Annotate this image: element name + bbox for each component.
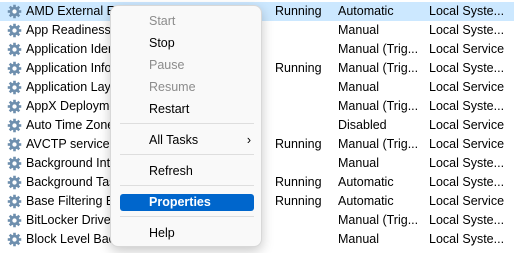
service-log-on-as: Local Service — [429, 42, 505, 56]
menu-item-label: Refresh — [149, 164, 193, 178]
menu-separator — [120, 185, 254, 186]
service-status: Running — [275, 61, 322, 75]
menu-item-properties[interactable]: Properties — [111, 193, 263, 213]
menu-item-help[interactable]: Help — [111, 224, 263, 244]
service-startup-type: Manual — [338, 80, 379, 94]
service-log-on-as: Local Service — [429, 194, 505, 208]
service-log-on-as: Local Service — [429, 137, 505, 151]
service-name: Auto Time Zone — [26, 118, 114, 132]
service-startup-type: Manual (Trig... — [338, 213, 419, 227]
service-startup-type: Manual — [338, 23, 379, 37]
service-log-on-as: Local Service — [429, 118, 505, 132]
menu-item-stop[interactable]: Stop — [111, 34, 263, 54]
gear-icon — [7, 23, 22, 38]
gear-icon — [7, 80, 22, 95]
menu-item-label: Start — [149, 14, 176, 28]
service-log-on-as: Local Syste... — [429, 4, 505, 18]
service-startup-type: Automatic — [338, 4, 394, 18]
menu-item-label: All Tasks — [149, 133, 199, 147]
menu-item-start: Start — [111, 12, 263, 32]
service-startup-type: Manual (Trig... — [338, 99, 419, 113]
service-status: Running — [275, 175, 322, 189]
gear-icon — [7, 118, 22, 133]
service-log-on-as: Local Syste... — [429, 61, 505, 75]
menu-item-pause: Pause — [111, 56, 263, 76]
menu-separator — [120, 123, 254, 124]
menu-item-label: Resume — [149, 80, 196, 94]
service-name: AMD External Ev — [26, 4, 114, 18]
service-name: Application Ider — [26, 42, 113, 56]
service-status: Running — [275, 137, 322, 151]
gear-icon — [7, 232, 22, 247]
menu-separator — [120, 154, 254, 155]
context-menu: Start Stop Pause Resume Restart All Task… — [110, 5, 262, 247]
service-log-on-as: Local Syste... — [429, 175, 505, 189]
gear-icon — [7, 175, 22, 190]
menu-item-restart[interactable]: Restart — [111, 100, 263, 120]
menu-item-label: Help — [149, 226, 175, 240]
menu-separator — [120, 216, 254, 217]
gear-icon — [7, 137, 22, 152]
gear-icon — [7, 61, 22, 76]
service-startup-type: Manual (Trig... — [338, 137, 419, 151]
service-log-on-as: Local Syste... — [429, 99, 505, 113]
menu-item-resume: Resume — [111, 78, 263, 98]
menu-item-all-tasks[interactable]: All Tasks › — [111, 131, 263, 151]
service-startup-type: Automatic — [338, 194, 394, 208]
gear-icon — [7, 156, 22, 171]
service-log-on-as: Local Syste... — [429, 232, 505, 246]
menu-item-label: Pause — [149, 58, 185, 72]
gear-icon — [7, 213, 22, 228]
gear-icon — [7, 4, 22, 19]
service-log-on-as: Local Service — [429, 80, 505, 94]
service-status: Running — [275, 194, 322, 208]
service-log-on-as: Local Syste... — [429, 156, 505, 170]
service-name: Block Level Back — [26, 232, 114, 246]
service-status: Running — [275, 4, 322, 18]
menu-item-label: Restart — [149, 102, 190, 116]
menu-item-refresh[interactable]: Refresh — [111, 162, 263, 182]
service-startup-type: Automatic — [338, 175, 394, 189]
service-name: Base Filtering Er — [26, 194, 114, 208]
service-name: App Readiness — [26, 23, 111, 37]
service-name: Application Laye — [26, 80, 114, 94]
service-startup-type: Manual (Trig... — [338, 42, 419, 56]
service-name: Application Info — [26, 61, 112, 75]
menu-item-label: Stop — [149, 36, 175, 50]
service-name: Background Inte — [26, 156, 114, 170]
menu-item-label: Properties — [149, 195, 211, 209]
service-log-on-as: Local Syste... — [429, 213, 505, 227]
gear-icon — [7, 42, 22, 57]
service-name: BitLocker Drive I — [26, 213, 114, 227]
service-name: AppX Deployme — [26, 99, 114, 113]
service-log-on-as: Local Syste... — [429, 23, 505, 37]
service-startup-type: Manual (Trig... — [338, 61, 419, 75]
gear-icon — [7, 194, 22, 209]
gear-icon — [7, 99, 22, 114]
service-startup-type: Manual — [338, 156, 379, 170]
chevron-right-icon: › — [246, 133, 251, 147]
service-startup-type: Disabled — [338, 118, 387, 132]
service-startup-type: Manual — [338, 232, 379, 246]
service-name: AVCTP service — [26, 137, 110, 151]
service-name: Background Tas — [26, 175, 114, 189]
